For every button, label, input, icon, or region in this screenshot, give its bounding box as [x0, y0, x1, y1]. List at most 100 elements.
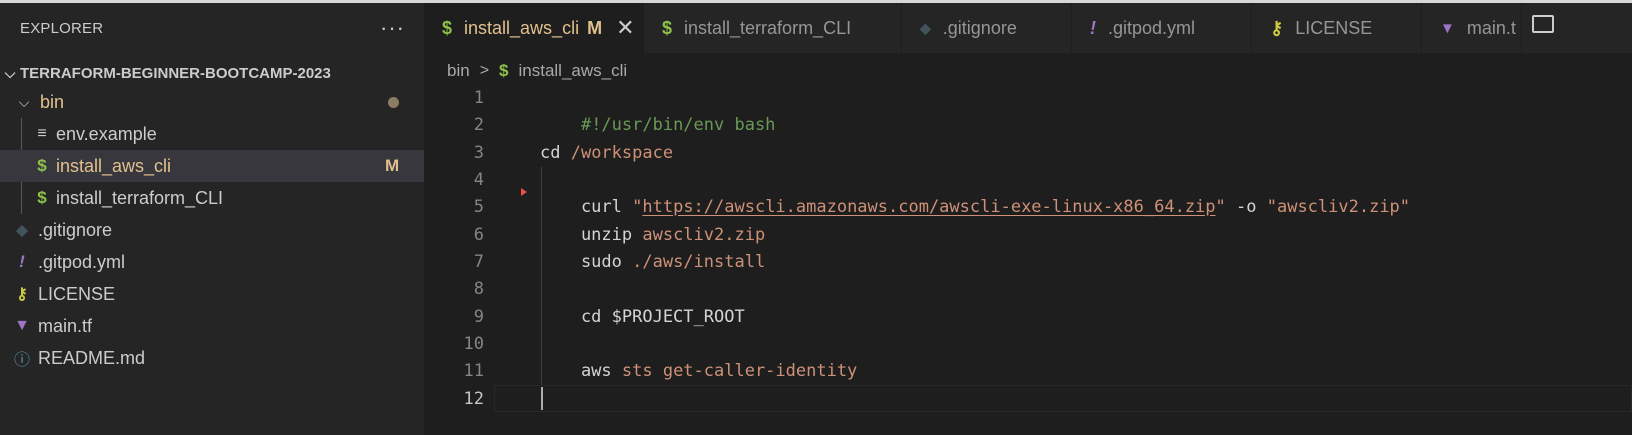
- tab-label: .gitpod.yml: [1108, 17, 1196, 38]
- git-icon: ◆: [16, 222, 28, 239]
- code-token: cd: [540, 143, 571, 163]
- sidebar-item-license[interactable]: ⚷ LICENSE: [0, 278, 424, 310]
- line-number: 9: [473, 307, 484, 327]
- dollar-icon: $: [37, 156, 47, 175]
- sidebar-item-readme[interactable]: ⓘ README.md: [0, 342, 424, 374]
- breadcrumb: bin > $ install_aws_cli: [447, 57, 627, 85]
- modified-badge: M: [587, 17, 603, 38]
- tab-gitpod-yml[interactable]: ! .gitpod.yml: [1072, 3, 1252, 53]
- code-token: ./aws/install: [632, 252, 766, 272]
- modified-dot-icon: [388, 96, 399, 108]
- code-line-5: curl "https://awscli.amazonaws.com/awscl…: [540, 194, 1410, 221]
- tab-install-terraform-cli[interactable]: $ install_terraform_CLI: [644, 3, 902, 53]
- comment-icon[interactable]: [1532, 15, 1554, 33]
- info-icon: ⓘ: [13, 352, 30, 369]
- tab-label: install_aws_cli: [464, 17, 580, 38]
- editor-tab-bar: $ install_aws_cli M ✕ $ install_terrafor…: [424, 3, 1632, 53]
- code-token: /workspace: [570, 143, 674, 163]
- sidebar-item-bin[interactable]: ⌵ bin: [0, 86, 424, 118]
- code-editor[interactable]: 1 2 3 4 5 6 7 8 9 10 11 12 #!/usr/bin/en…: [424, 85, 1632, 435]
- dollar-icon: $: [37, 188, 47, 207]
- code-line-9: cd $PROJECT_ROOT: [540, 304, 745, 331]
- git-icon: ◆: [920, 19, 931, 36]
- dollar-icon: $: [442, 17, 453, 38]
- explorer-sidebar: EXPLORER ··· ⌵ TERRAFORM-BEGINNER-BOOTCA…: [0, 3, 424, 435]
- license-icon: ⚷: [1270, 17, 1284, 38]
- line-number: 5: [473, 197, 484, 217]
- sidebar-item-label: LICENSE: [38, 283, 116, 304]
- terraform-icon: ▼: [14, 317, 30, 334]
- line-number: 4: [473, 170, 484, 190]
- code-token: unzip: [540, 225, 643, 245]
- exclamation-icon: !: [1090, 17, 1096, 38]
- line-number: 8: [473, 279, 484, 299]
- close-icon[interactable]: ✕: [616, 15, 634, 41]
- sidebar-item-install-aws-cli[interactable]: $ install_aws_cli M: [0, 150, 424, 182]
- tab-install-aws-cli[interactable]: $ install_aws_cli M ✕: [424, 3, 644, 53]
- tab-gitignore[interactable]: ◆ .gitignore: [902, 3, 1072, 53]
- line-number: 12: [463, 389, 484, 409]
- sidebar-item-label: install_terraform_CLI: [56, 187, 224, 208]
- chevron-down-icon: ⌵: [4, 64, 16, 81]
- tab-license[interactable]: ⚷ LICENSE: [1252, 3, 1422, 53]
- code-token: curl: [540, 197, 633, 217]
- dollar-icon: $: [662, 17, 673, 38]
- sidebar-item-label: bin: [40, 91, 65, 112]
- exclamation-icon: !: [19, 252, 25, 271]
- sidebar-item-gitpod-yml[interactable]: ! .gitpod.yml: [0, 246, 424, 278]
- line-number: 11: [463, 361, 484, 381]
- line-number: 2: [473, 115, 484, 135]
- terraform-icon: ▼: [1440, 19, 1455, 37]
- text-cursor: [541, 387, 543, 410]
- tab-main-tf[interactable]: ▼ main.t: [1422, 3, 1522, 53]
- line-number: 7: [473, 252, 484, 272]
- modified-badge: M: [385, 156, 400, 175]
- sidebar-item-gitignore[interactable]: ◆ .gitignore: [0, 214, 424, 246]
- sidebar-item-label: .gitpod.yml: [38, 251, 126, 272]
- code-line-3: cd /workspace: [540, 140, 673, 167]
- error-marker-icon: [521, 188, 527, 196]
- url-link[interactable]: https://awscli.amazonaws.com/awscli-exe-…: [642, 197, 1215, 217]
- chevron-right-icon: >: [479, 62, 490, 79]
- code-token: awscliv2.zip: [642, 225, 766, 245]
- line-number: 6: [473, 225, 484, 245]
- tab-label: LICENSE: [1295, 17, 1373, 38]
- line-number: 1: [473, 88, 484, 108]
- code-token: aws: [540, 361, 622, 381]
- code-token: ": [1215, 197, 1226, 217]
- explorer-title: EXPLORER: [20, 19, 104, 37]
- shebang-comment: #!/usr/bin/env bash: [580, 115, 776, 135]
- sidebar-item-label: .gitignore: [38, 219, 113, 240]
- root-folder-label: TERRAFORM-BEGINNER-BOOTCAMP-2023: [20, 64, 331, 82]
- tab-label: main.t: [1466, 17, 1516, 38]
- more-actions-icon[interactable]: ···: [380, 15, 405, 41]
- sidebar-item-label: env.example: [56, 123, 157, 144]
- sidebar-item-main-tf[interactable]: ▼ main.tf: [0, 310, 424, 342]
- code-token: sts get-caller-identity: [621, 361, 858, 381]
- lines-icon: ≡: [37, 125, 47, 142]
- breadcrumb-folder[interactable]: bin: [447, 61, 470, 81]
- code-token: sudo: [540, 252, 633, 272]
- sidebar-item-label: install_aws_cli: [56, 155, 172, 176]
- sidebar-item-label: main.tf: [38, 315, 93, 336]
- code-token: cd $PROJECT_ROOT: [540, 307, 745, 327]
- dollar-icon: $: [499, 61, 509, 80]
- code-line-6: unzip awscliv2.zip: [540, 222, 765, 249]
- line-number: 3: [473, 143, 484, 163]
- tab-label: .gitignore: [942, 17, 1017, 38]
- chevron-down-icon: ⌵: [18, 93, 30, 110]
- code-line-1: #!/usr/bin/env bash: [540, 85, 775, 135]
- line-number: 10: [463, 334, 484, 354]
- code-line-7: sudo ./aws/install: [540, 249, 765, 276]
- code-token: "awscliv2.zip": [1266, 197, 1411, 217]
- license-icon: ⚷: [16, 286, 28, 303]
- current-line-highlight: [494, 385, 1632, 412]
- tab-label: install_terraform_CLI: [684, 17, 852, 38]
- sidebar-item-env-example[interactable]: ≡ env.example: [0, 118, 424, 150]
- root-folder[interactable]: ⌵ TERRAFORM-BEGINNER-BOOTCAMP-2023: [0, 58, 424, 88]
- sidebar-item-install-terraform-cli[interactable]: $ install_terraform_CLI: [0, 182, 424, 214]
- code-line-11: aws sts get-caller-identity: [540, 358, 857, 385]
- sidebar-item-label: README.md: [38, 347, 146, 368]
- code-token: ": [632, 197, 643, 217]
- breadcrumb-file[interactable]: install_aws_cli: [519, 61, 628, 81]
